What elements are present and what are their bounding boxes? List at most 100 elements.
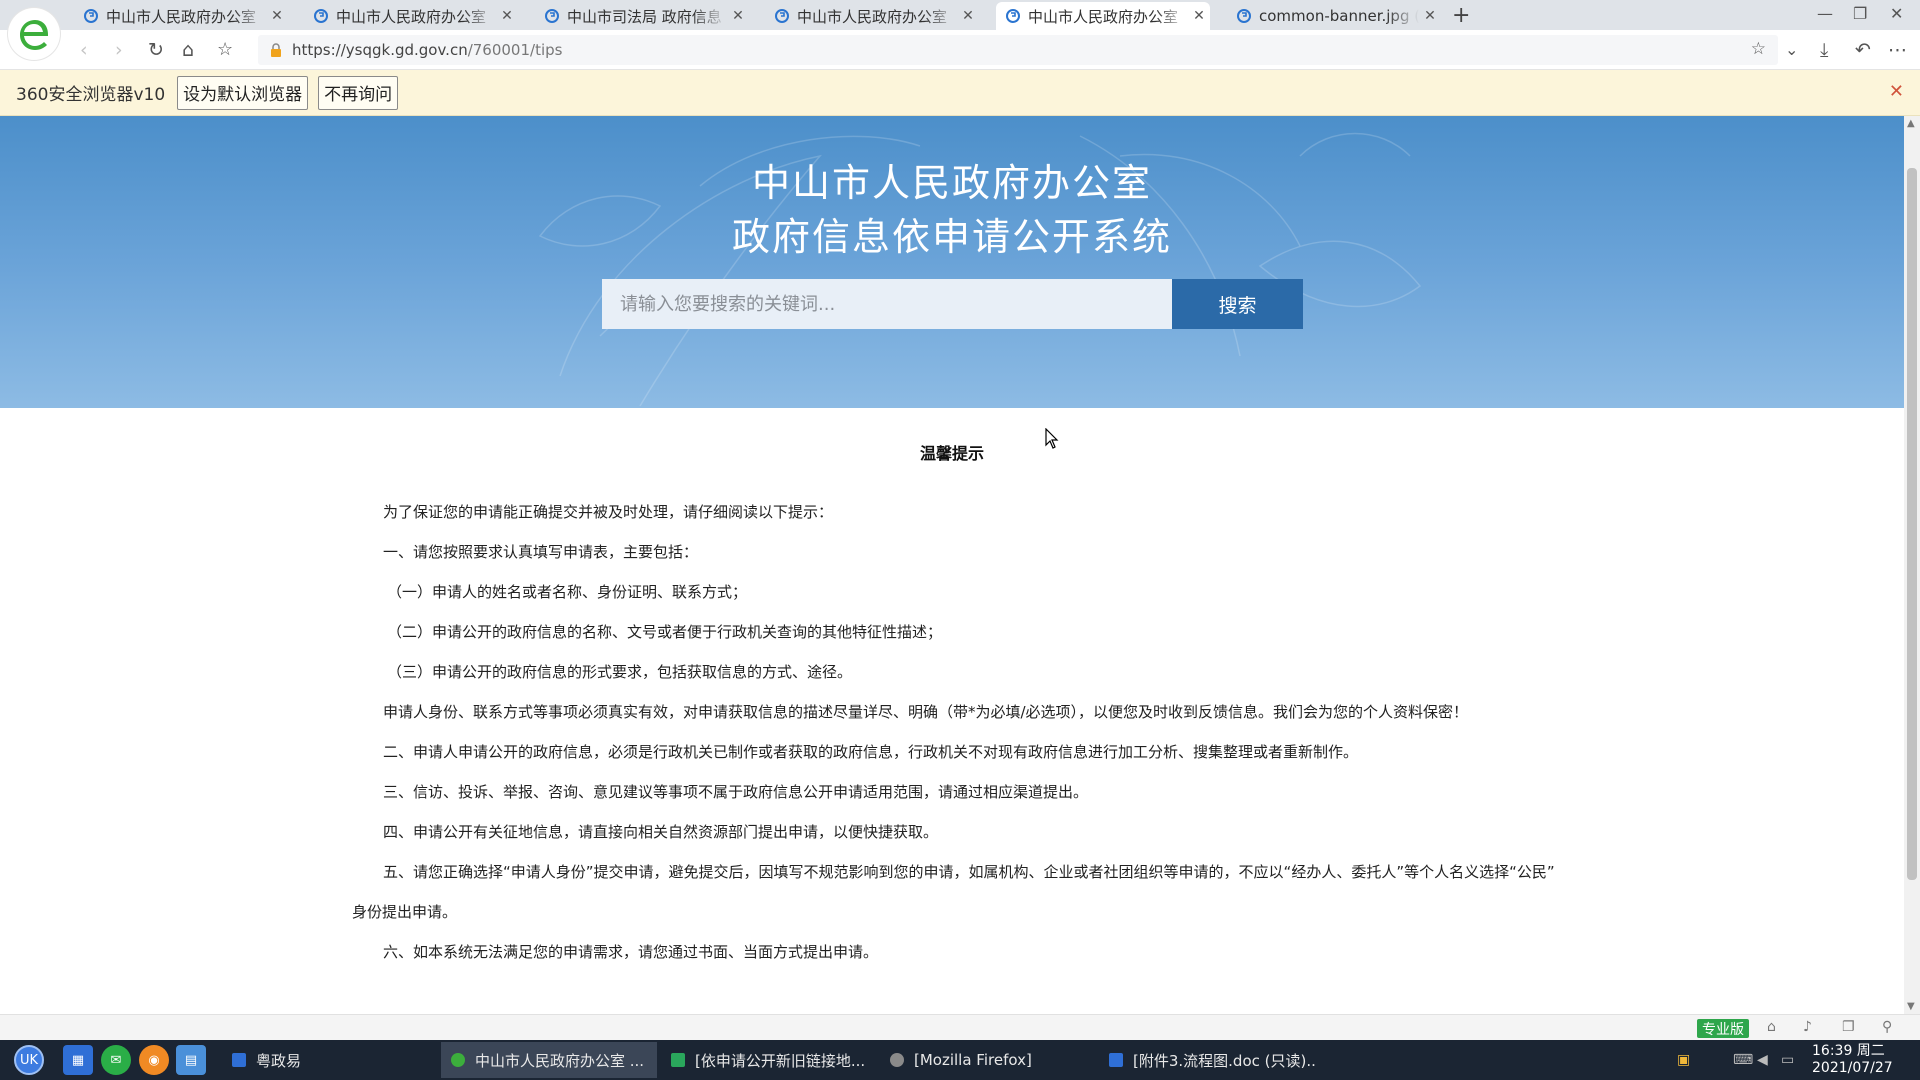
tips-paragraph: 申请人身份、联系方式等事项必须真实有效，对申请获取信息的描述尽量详尽、明确（带*… xyxy=(383,703,1469,721)
app-icon xyxy=(232,1053,246,1067)
close-window-icon[interactable]: ✕ xyxy=(1890,4,1903,23)
firefox-icon xyxy=(890,1053,904,1067)
tab-close-icon[interactable]: ✕ xyxy=(1188,8,1210,24)
page-favicon-icon xyxy=(84,9,98,23)
zoom-icon[interactable]: ⚲ xyxy=(1882,1019,1892,1035)
tips-paragraph: 身份提出申请。 xyxy=(352,903,458,921)
download-icon[interactable]: ⤓ xyxy=(1820,38,1828,62)
taskbar-item-flowchart-doc[interactable]: [附件3.流程图.doc (只读)... xyxy=(1099,1042,1315,1078)
notification-text: 360安全浏览器v10 xyxy=(16,85,166,105)
scroll-down-arrow-icon[interactable]: ▼ xyxy=(1907,1001,1915,1012)
set-default-browser-button[interactable]: 设为默认浏览器 xyxy=(177,75,309,110)
wechat-icon[interactable]: ✉ xyxy=(101,1045,131,1075)
mouse-cursor-icon xyxy=(1045,428,1059,449)
start-menu-icon[interactable]: UK xyxy=(14,1045,44,1075)
browser-icon xyxy=(451,1053,465,1067)
volume-icon[interactable]: ◀ xyxy=(1757,1052,1768,1068)
page-favicon-icon xyxy=(1006,9,1020,23)
minimize-icon[interactable]: — xyxy=(1817,4,1833,23)
taskbar-item-label: [附件3.流程图.doc (只读)... xyxy=(1133,1051,1315,1070)
scroll-up-arrow-icon[interactable]: ▲ xyxy=(1907,118,1915,129)
browser-tab-4[interactable]: 中山市人民政府办公室 ✕ xyxy=(765,2,979,30)
address-toolbar: ‹ › ↻ ⌂ ☆ https://ysqgk.gd.gov.cn/760001… xyxy=(0,30,1920,70)
browser-status-bar: 专业版 ⌂ ♪ ❐ ⚲ xyxy=(0,1014,1920,1040)
browser-tab-2[interactable]: 中山市人民政府办公室 ✕ xyxy=(304,2,518,30)
sound-icon[interactable]: ♪ xyxy=(1803,1019,1812,1035)
tab-close-icon[interactable]: ✕ xyxy=(1419,8,1441,24)
clock[interactable]: 16:39 周二 2021/07/27 xyxy=(1812,1043,1893,1077)
firefox-icon[interactable]: ◉ xyxy=(139,1045,169,1075)
banner-title-line1: 中山市人民政府办公室 xyxy=(751,161,1152,205)
file-manager-icon[interactable]: ▤ xyxy=(176,1045,206,1075)
window-icon[interactable]: ❐ xyxy=(1842,1019,1855,1035)
more-menu-icon[interactable]: ⋯ xyxy=(1888,38,1907,62)
taskbar-item-label: 粤政易 xyxy=(256,1051,302,1070)
shield-icon[interactable]: ⌂ xyxy=(1767,1019,1776,1035)
restore-icon[interactable]: ❐ xyxy=(1853,4,1867,23)
tab-title: common-banner.jpg (1 xyxy=(1259,7,1419,25)
document-icon xyxy=(1109,1053,1123,1067)
app-grid-icon[interactable]: ▦ xyxy=(63,1045,93,1075)
dropdown-chevron-icon[interactable]: ⌄ xyxy=(1785,38,1798,62)
tab-close-icon[interactable]: ✕ xyxy=(727,8,749,24)
tab-close-icon[interactable]: ✕ xyxy=(266,8,288,24)
bookmark-star-icon[interactable]: ☆ xyxy=(217,38,233,62)
clock-time: 16:39 周二 xyxy=(1812,1043,1885,1059)
keyboard-icon[interactable]: ⌨ xyxy=(1733,1052,1753,1068)
browser-tab-5-active[interactable]: 中山市人民政府办公室 ✕ xyxy=(996,2,1210,30)
page-title: 温馨提示 xyxy=(919,444,984,463)
tab-title: 中山市人民政府办公室 xyxy=(336,7,487,26)
home-icon[interactable]: ⌂ xyxy=(182,38,194,62)
taskbar-item-label: 中山市人民政府办公室 ... xyxy=(475,1051,645,1070)
url-path: /760001/tips xyxy=(467,41,563,59)
reload-icon[interactable]: ↻ xyxy=(148,38,164,62)
tips-paragraph: 五、请您正确选择“申请人身份”提交申请，避免提交后，因填写不规范影响到您的申请，… xyxy=(383,863,1555,881)
spreadsheet-icon xyxy=(671,1053,685,1067)
undo-icon[interactable]: ↶ xyxy=(1855,38,1871,62)
tab-close-icon[interactable]: ✕ xyxy=(957,8,979,24)
lock-icon xyxy=(271,43,281,57)
header-banner: 中山市人民政府办公室 政府信息依申请公开系统 搜索 xyxy=(0,116,1904,408)
taskbar-item-browser[interactable]: 中山市人民政府办公室 ... xyxy=(441,1042,657,1078)
page-favicon-icon xyxy=(1237,9,1251,23)
taskbar-item-firefox[interactable]: [Mozilla Firefox] xyxy=(880,1042,1096,1078)
new-tab-plus-icon[interactable]: + xyxy=(1452,3,1470,28)
tab-title: 中山市人民政府办公室 xyxy=(797,7,948,26)
default-browser-notification: 360安全浏览器v10 设为默认浏览器 不再询问 ✕ xyxy=(0,70,1920,116)
tips-paragraph: 二、申请人申请公开的政府信息，必须是行政机关已制作或者获取的政府信息，行政机关不… xyxy=(383,743,1359,761)
banner-title-line2: 政府信息依申请公开系统 xyxy=(731,215,1172,259)
forward-icon[interactable]: › xyxy=(115,38,123,62)
url-host: https://ysqgk.gd.gov.cn xyxy=(292,41,468,59)
tray-app-icon[interactable]: ▣ xyxy=(1677,1052,1690,1068)
taskbar-item-doc-links[interactable]: [依申请公开新旧链接地... xyxy=(661,1042,877,1078)
os-taskbar: UK ▦ ✉ ◉ ▤ 粤政易 中山市人民政府办公室 ... [依申请公开新旧链接… xyxy=(0,1040,1920,1080)
edition-badge[interactable]: 专业版 xyxy=(1697,1019,1749,1038)
search-input[interactable] xyxy=(602,279,1172,329)
page-scrollbar[interactable]: ▲ ▼ xyxy=(1904,116,1920,1014)
clock-date: 2021/07/27 xyxy=(1812,1060,1893,1076)
page-favicon-icon xyxy=(314,9,328,23)
tips-paragraph: 六、如本系统无法满足您的申请需求，请您通过书面、当面方式提出申请。 xyxy=(383,943,879,961)
back-icon[interactable]: ‹ xyxy=(80,38,88,62)
tips-paragraph: 一、请您按照要求认真填写申请表，主要包括： xyxy=(383,543,699,561)
browser-tab-3[interactable]: 中山市司法局 政府信息 ✕ xyxy=(535,2,749,30)
tips-paragraph: （三）申请公开的政府信息的形式要求，包括获取信息的方式、途径。 xyxy=(387,663,853,681)
taskbar-item-label: [依申请公开新旧链接地... xyxy=(695,1051,866,1070)
tab-strip: 中山市人民政府办公室 ✕ 中山市人民政府办公室 ✕ 中山市司法局 政府信息 ✕ … xyxy=(0,0,1920,30)
close-notification-icon[interactable]: ✕ xyxy=(1889,81,1904,102)
search-button[interactable]: 搜索 xyxy=(1172,279,1303,329)
browser-tab-1[interactable]: 中山市人民政府办公室 ✕ xyxy=(74,2,288,30)
tips-content: 温馨提示 为了保证您的申请能正确提交并被及时处理，请仔细阅读以下提示： 一、请您… xyxy=(0,408,1904,1014)
tab-close-icon[interactable]: ✕ xyxy=(496,8,518,24)
browser-tab-6[interactable]: common-banner.jpg (1 ✕ xyxy=(1227,2,1441,30)
address-bar[interactable]: https://ysqgk.gd.gov.cn/760001/tips ☆ xyxy=(258,35,1778,65)
browser-logo-icon xyxy=(8,8,60,60)
scrollbar-thumb[interactable] xyxy=(1907,168,1917,880)
tab-title: 中山市人民政府办公室 xyxy=(106,7,257,26)
tips-paragraph: 为了保证您的申请能正确提交并被及时处理，请仔细阅读以下提示： xyxy=(383,503,834,521)
dont-ask-again-button[interactable]: 不再询问 xyxy=(318,75,399,110)
taskbar-item-yuezhengyi[interactable]: 粤政易 xyxy=(222,1042,438,1078)
network-icon[interactable]: ▭ xyxy=(1781,1052,1794,1068)
favorite-star-icon[interactable]: ☆ xyxy=(1751,39,1766,59)
page-favicon-icon xyxy=(775,9,789,23)
